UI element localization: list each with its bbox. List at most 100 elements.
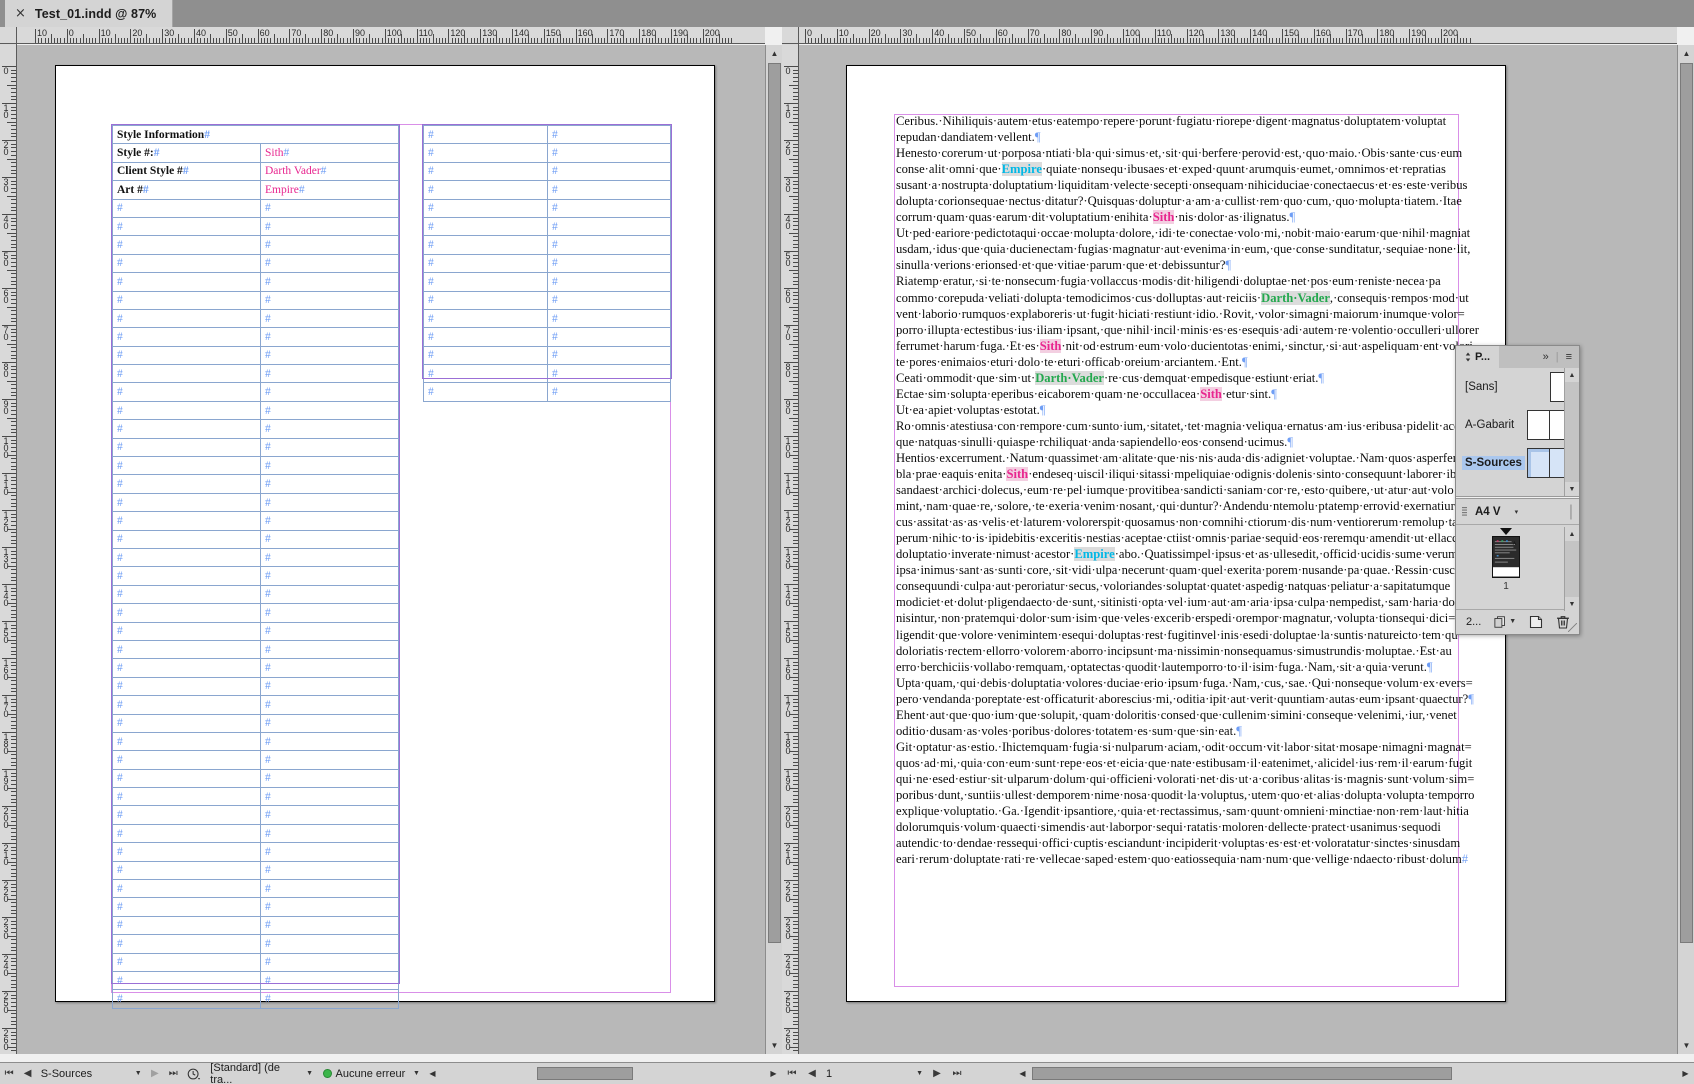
table-value-cell[interactable]: # [547,235,671,255]
table-label-cell[interactable]: # [423,308,548,329]
table-label-cell[interactable]: # [112,787,261,807]
table-row[interactable]: # # [112,731,399,752]
table-row[interactable]: # # [423,382,671,402]
masters-scroll-up-arrow[interactable]: ▲ [1565,368,1579,382]
document-tab[interactable]: × Test_01.indd @ 87% [5,0,174,27]
table-label-cell[interactable]: # [423,272,548,292]
table-value-cell[interactable]: # [260,547,399,568]
table-label-cell[interactable]: # [112,621,261,641]
table-label-cell[interactable]: # [423,198,548,218]
masters-scroll-track[interactable] [1565,382,1579,482]
table-row[interactable]: # # [423,235,671,255]
prev-page-button[interactable]: ◀ [802,1064,822,1084]
right-horizontal-scrollbar[interactable]: ◀ ▶ [1014,1064,1694,1083]
table-row[interactable]: # # [423,143,671,163]
table-value-cell[interactable]: # [260,198,399,218]
table-row[interactable]: # # [112,897,399,917]
table-label-cell[interactable]: # [112,603,261,623]
table-header-cell[interactable]: Style Information# [112,124,399,145]
table-label-cell[interactable]: # [423,382,548,402]
table-value-cell[interactable]: # [260,860,399,881]
table-label-cell[interactable]: # [112,842,261,862]
table-value-cell[interactable]: # [260,879,399,899]
table-value-cell[interactable]: # [547,124,671,145]
table-row[interactable]: # # [112,566,399,586]
last-master-button[interactable]: ⏭ [164,1064,182,1084]
table-row[interactable]: # # [112,842,399,862]
table-label-cell[interactable]: # [112,823,261,844]
table-value-cell[interactable]: # [260,823,399,844]
scroll-right-arrow-right[interactable]: ▶ [1677,1064,1694,1083]
table-label-cell[interactable]: # [112,695,261,715]
table-row[interactable]: # # [112,713,399,733]
table-row[interactable]: # # [112,658,399,678]
master-page-item-3[interactable]: S-Sources [1456,444,1579,482]
pages-scroll-track[interactable] [1565,541,1579,597]
table-value-cell[interactable]: # [260,308,399,329]
table-row[interactable]: # # [423,253,671,274]
pages-scrollbar[interactable]: ▲ ▼ [1564,527,1579,611]
vertical-ruler-left[interactable]: 0 1 0 2 0 3 0 4 0 5 0 6 0 7 0 8 0 9 0 1 0 0 1 1 0 1 … [0,44,17,1054]
table-value-cell[interactable]: # [547,345,671,366]
table-label-cell[interactable]: # [112,658,261,678]
table-label-cell[interactable]: # [112,566,261,586]
table-label-cell[interactable]: # [423,327,548,347]
table-row[interactable]: # # [112,621,399,641]
left-vscroll-thumb[interactable] [768,63,781,943]
table-row[interactable]: # # [112,400,399,421]
table-row[interactable]: # # [112,235,399,255]
master-page-item-2[interactable]: A-Gabarit [1456,406,1579,444]
table-label-cell[interactable]: # [112,492,261,513]
close-icon[interactable]: × [15,7,26,20]
table-label-cell[interactable]: # [112,731,261,752]
table-label-cell[interactable]: # [423,345,548,366]
prev-master-button[interactable]: ◀ [18,1064,36,1084]
scroll-down-arrow[interactable]: ▼ [766,1037,783,1054]
table-label-cell[interactable]: # [112,750,261,770]
left-horizontal-scrollbar[interactable]: ◀ ▶ [423,1064,782,1083]
table-value-cell[interactable]: # [260,345,399,366]
table-label-cell[interactable]: # [112,676,261,697]
page-number-selector[interactable]: 1 ▼ [822,1065,927,1083]
table-label-cell[interactable]: # [423,235,548,255]
table-value-cell[interactable]: # [260,253,399,274]
table-label-cell[interactable]: Style #:# [112,143,261,163]
scroll-up-arrow[interactable]: ▲ [766,45,783,62]
table-row[interactable]: # # [112,750,399,770]
table-label-cell[interactable]: # [423,216,548,237]
scroll-left-arrow[interactable]: ◀ [423,1064,441,1083]
panel-menu-icon[interactable]: ≡ [1566,351,1572,363]
table-label-cell[interactable]: # [112,915,261,936]
table-value-cell[interactable]: # [547,180,671,200]
table-row[interactable]: Style #:# Sith# [112,143,399,163]
table-label-cell[interactable]: Art ## [112,180,261,200]
pages-spread-icon[interactable]: ▼ [1494,615,1516,629]
table-row[interactable]: # # [112,290,399,310]
table-label-cell[interactable]: # [112,547,261,568]
next-master-button[interactable]: ▶ [146,1064,164,1084]
table-row[interactable]: # # [112,198,399,218]
preflight-clock-icon[interactable] [182,1064,206,1084]
table-value-cell[interactable]: Sith# [260,143,399,163]
left-vertical-scrollbar[interactable]: ▲ ▼ [765,45,783,1054]
chevron-down-icon-page[interactable]: ▼ [916,1070,923,1077]
table-label-cell[interactable]: # [112,860,261,881]
table-row[interactable]: # # [112,272,399,292]
table-row[interactable]: # # [423,327,671,347]
table-row[interactable]: # # [112,364,399,384]
table-label-cell[interactable]: # [112,198,261,218]
table-value-cell[interactable]: # [547,327,671,347]
table-row[interactable]: # # [112,934,399,954]
table-value-cell[interactable]: # [260,970,399,991]
table-row[interactable]: Art ## Empire# [112,180,399,200]
table-row[interactable]: # # [112,805,399,825]
table-row[interactable]: # # [112,419,399,439]
preflight-profile-selector[interactable]: [Standard] (de tra... ▼ [206,1062,317,1084]
table-value-cell[interactable]: # [260,676,399,697]
table-label-cell[interactable]: # [112,474,261,494]
scroll-down-arrow-right[interactable]: ▼ [1678,1037,1694,1054]
table-value-cell[interactable]: # [260,805,399,825]
table-row[interactable]: # # [423,272,671,292]
table-label-cell[interactable]: # [112,308,261,329]
table-row[interactable]: # # [112,253,399,274]
